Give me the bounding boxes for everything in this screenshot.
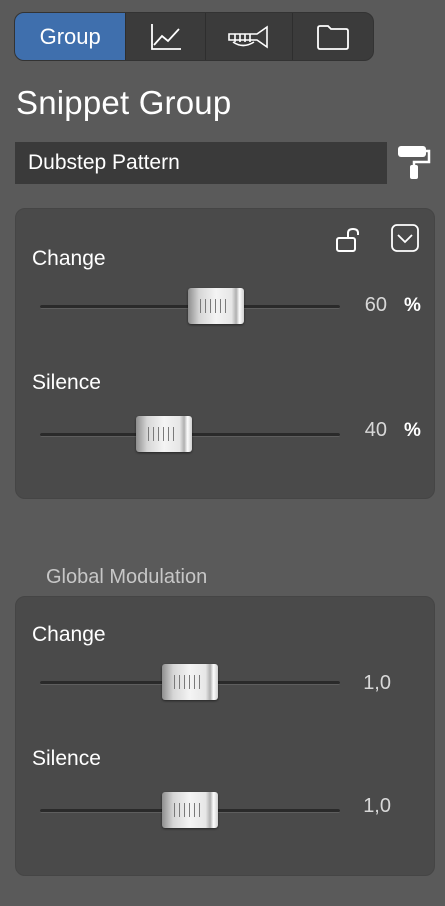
mod-change-label: Change <box>32 623 106 646</box>
chevron-down-icon[interactable] <box>390 223 420 253</box>
tab-group[interactable]: Group <box>15 13 127 60</box>
chart-line-icon <box>150 23 181 50</box>
snippet-settings-panel: Change 60 % Silence 40 % <box>15 208 435 499</box>
tab-group-label: Group <box>39 23 101 49</box>
mod-silence-value: 1,0 <box>363 795 391 817</box>
change-unit: % <box>404 295 421 316</box>
tab-bar: Group <box>14 12 374 61</box>
page-title: Snippet Group <box>16 84 232 121</box>
silence-label: Silence <box>32 371 101 394</box>
slider-thumb[interactable] <box>162 792 218 828</box>
silence-value: 40 <box>364 419 387 441</box>
snippet-name-field[interactable]: Dubstep Pattern <box>15 142 387 184</box>
tab-instrument[interactable] <box>206 13 294 60</box>
silence-unit: % <box>404 420 421 441</box>
change-slider[interactable] <box>40 287 340 327</box>
tab-automation[interactable] <box>126 13 206 60</box>
slider-thumb[interactable] <box>162 664 218 700</box>
tab-files[interactable] <box>293 13 373 60</box>
mod-silence-slider[interactable] <box>40 791 340 831</box>
mod-change-value: 1,0 <box>363 672 391 694</box>
global-modulation-label: Global Modulation <box>46 566 208 588</box>
unlock-icon[interactable] <box>334 227 364 253</box>
mod-silence-label: Silence <box>32 747 101 770</box>
mod-change-slider[interactable] <box>40 663 340 703</box>
paint-roller-icon[interactable] <box>396 143 432 181</box>
trumpet-icon <box>228 24 268 49</box>
change-value: 60 <box>364 294 387 316</box>
folder-icon <box>317 24 350 50</box>
silence-slider[interactable] <box>40 415 340 455</box>
global-modulation-panel: Change 1,0 Silence 1,0 <box>15 596 435 876</box>
slider-thumb[interactable] <box>188 288 244 324</box>
slider-thumb[interactable] <box>136 416 192 452</box>
change-label: Change <box>32 247 106 270</box>
